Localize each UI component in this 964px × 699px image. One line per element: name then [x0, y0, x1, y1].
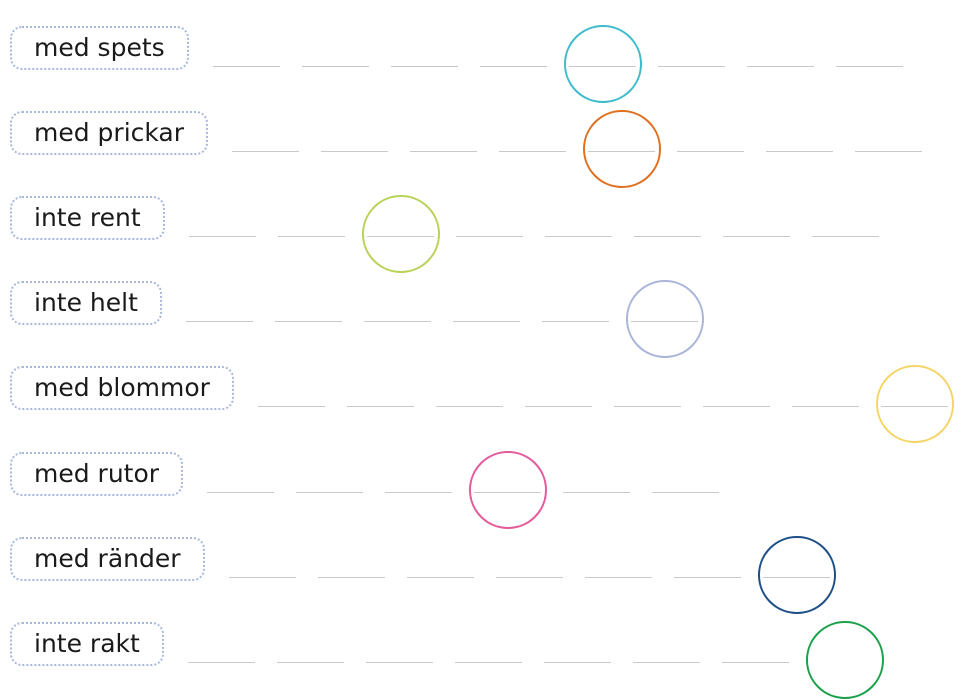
answer-blank: [364, 321, 431, 322]
word-row: med prickar: [0, 95, 964, 188]
answer-blank: [229, 577, 296, 578]
answer-blank: [812, 236, 879, 237]
answer-blank: [321, 151, 388, 152]
answer-blank: [258, 406, 325, 407]
answer-blank: [747, 66, 814, 67]
answer-blank: [188, 662, 255, 663]
answer-blank: [232, 151, 299, 152]
word-label: inte rent: [10, 196, 165, 240]
answer-blank: [525, 406, 592, 407]
answer-blank: [391, 66, 458, 67]
answer-blank: [189, 236, 256, 237]
answer-blank: [296, 492, 363, 493]
answer-blank: [453, 321, 520, 322]
word-row: med ränder: [0, 521, 964, 614]
answer-blank: [366, 662, 433, 663]
worksheet: med spets med prickar inte rent inte hel…: [0, 0, 964, 699]
answer-blank: [792, 406, 859, 407]
word-label: med ränder: [10, 537, 205, 581]
answer-blank: [542, 321, 609, 322]
answer-blank: [436, 406, 503, 407]
letter-circle: [563, 25, 642, 103]
answer-blank: [407, 577, 474, 578]
letter-circle: [805, 621, 884, 699]
answer-blank: [496, 577, 563, 578]
answer-blank: [703, 406, 770, 407]
letter-circle: [361, 195, 440, 273]
answer-blank: [302, 66, 369, 67]
answer-blank: [674, 577, 741, 578]
answer-blank: [545, 236, 612, 237]
letter-circle: [625, 280, 704, 358]
word-label: inte helt: [10, 281, 162, 325]
answer-blank: [186, 321, 253, 322]
letter-circle: [468, 451, 547, 529]
answer-blank: [456, 236, 523, 237]
word-label: med spets: [10, 26, 189, 70]
word-row: inte helt: [0, 265, 964, 358]
answer-blank: [480, 66, 547, 67]
word-label: med blommor: [10, 366, 234, 410]
answer-blank: [722, 662, 789, 663]
answer-blank: [677, 151, 744, 152]
answer-blank: [455, 662, 522, 663]
answer-blank: [836, 66, 903, 67]
word-label: inte rakt: [10, 622, 164, 666]
answer-blank: [347, 406, 414, 407]
answer-blank: [318, 577, 385, 578]
answer-blank: [385, 492, 452, 493]
letter-circle: [582, 110, 661, 188]
word-row: inte rakt: [0, 606, 964, 699]
word-row: inte rent: [0, 180, 964, 273]
answer-blank: [633, 662, 700, 663]
answer-blank: [855, 151, 922, 152]
answer-blank: [277, 662, 344, 663]
answer-blank: [213, 66, 280, 67]
word-row: med rutor: [0, 436, 964, 529]
answer-blank: [766, 151, 833, 152]
answer-blank: [585, 577, 652, 578]
answer-blank: [410, 151, 477, 152]
word-row: med spets: [0, 10, 964, 103]
answer-blank: [275, 321, 342, 322]
answer-blank: [207, 492, 274, 493]
answer-blank: [278, 236, 345, 237]
answer-blank: [723, 236, 790, 237]
answer-blank: [634, 236, 701, 237]
word-label: med rutor: [10, 452, 184, 496]
answer-blank: [658, 66, 725, 67]
letter-circle: [875, 365, 954, 443]
word-row: med blommor: [0, 350, 964, 443]
answer-blank: [544, 662, 611, 663]
letter-circle: [757, 536, 836, 614]
answer-blank: [652, 492, 719, 493]
answer-blank: [499, 151, 566, 152]
answer-blank: [563, 492, 630, 493]
word-label: med prickar: [10, 111, 209, 155]
answer-blank: [614, 406, 681, 407]
